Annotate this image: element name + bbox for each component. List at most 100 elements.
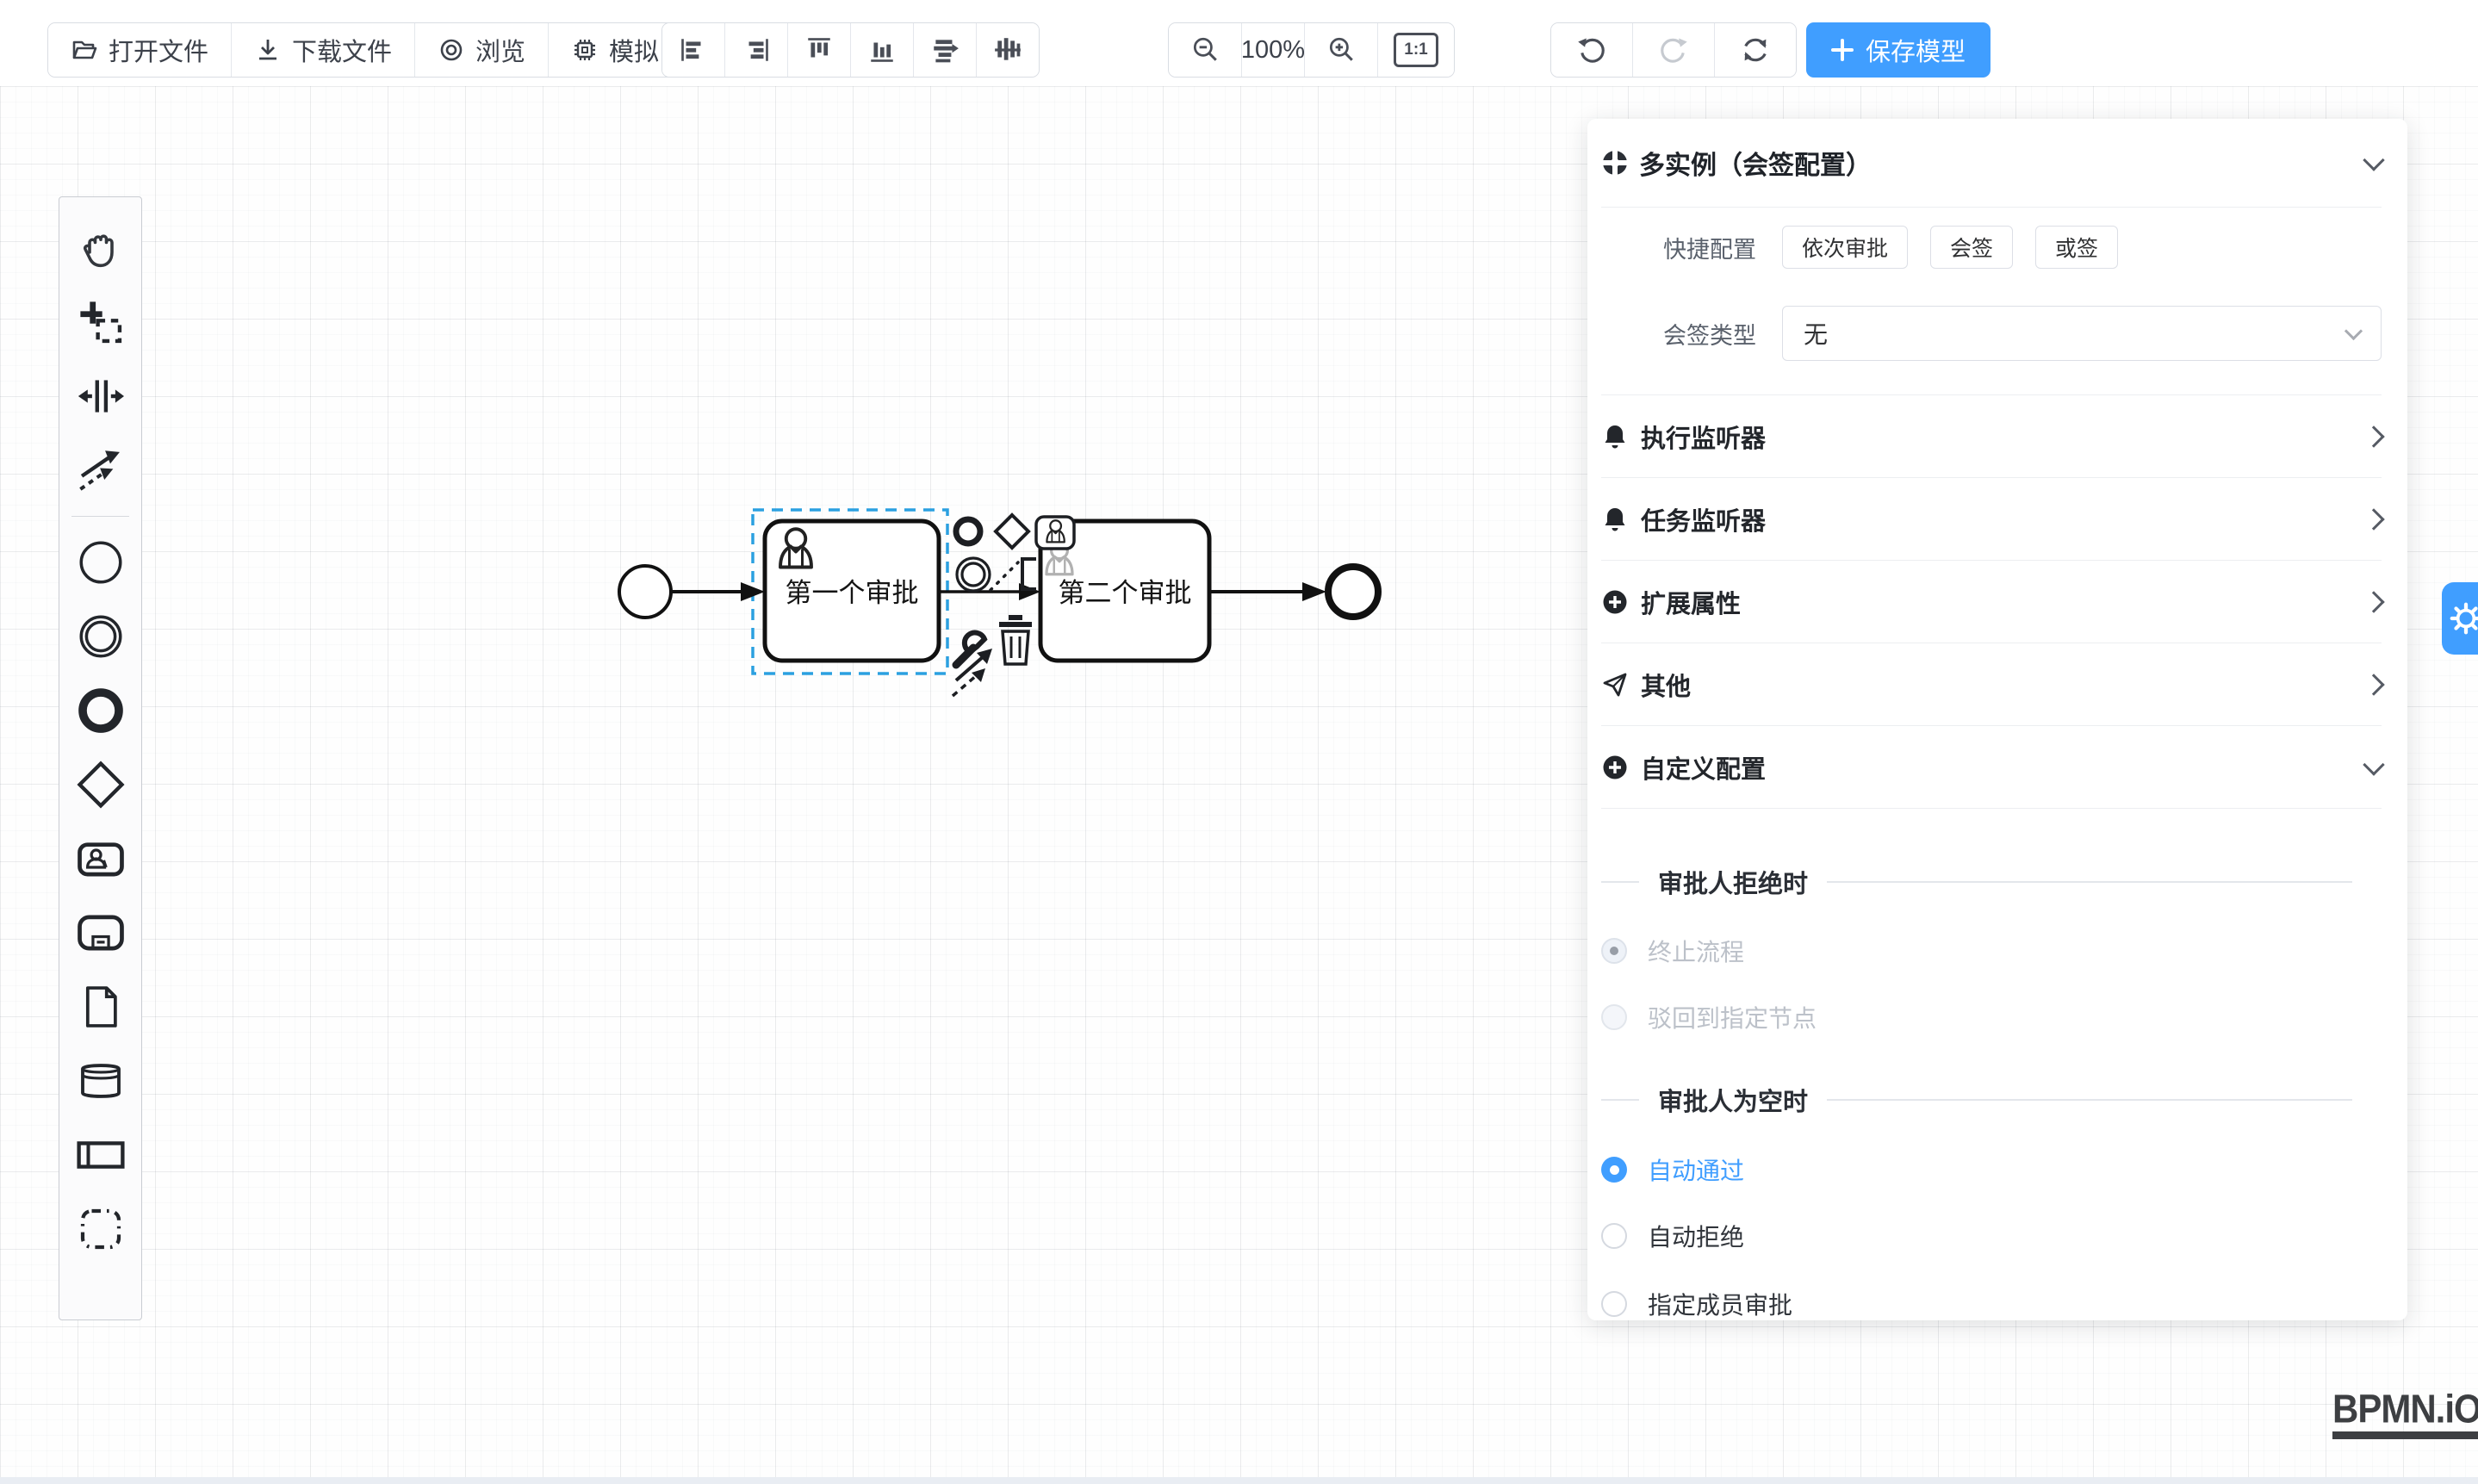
footer-strip [0,1477,2478,1484]
palette-user-task[interactable] [76,822,126,896]
quick-option-sequential-button[interactable]: 依次审批 [1782,226,1908,269]
preview-button[interactable]: 浏览 [415,23,549,77]
properties-panel: 多实例（会签配置） 快捷配置 依次审批 会签 或签 会签类型 无 执行监听器 [1587,119,2407,1320]
open-file-button[interactable]: 打开文件 [48,23,232,77]
radio-icon[interactable] [1601,1004,1627,1030]
radio-auto-reject[interactable]: 自动拒绝 [1601,1212,2382,1260]
zoom-in-button[interactable] [1305,23,1378,77]
align-center-vertical-button[interactable] [977,23,1039,77]
palette-participant-pool[interactable] [76,1118,126,1192]
chip-icon [571,36,599,64]
connect-tool-icon[interactable] [953,649,992,696]
palette-data-object[interactable] [78,970,124,1044]
section-label: 扩展属性 [1641,584,1741,620]
align-bottom-button[interactable] [851,23,914,77]
sequence-flow-1[interactable] [671,582,765,601]
palette-end-event[interactable] [77,674,125,748]
plus-circle-icon [1601,588,1629,616]
palette-group[interactable] [77,1192,125,1266]
reset-zoom-button[interactable]: 1:1 [1378,23,1454,77]
bpmn-io-logo[interactable]: BPMN.iO [2332,1388,2478,1439]
quick-option-countersign-button[interactable]: 会签 [1930,226,2013,269]
zoom-out-button[interactable] [1169,23,1242,77]
align-right-icon [742,35,771,65]
start-event[interactable] [619,566,671,618]
append-gateway-icon[interactable] [996,515,1028,548]
user-task-1[interactable]: 第一个审批 [765,521,939,661]
radio-assign-member[interactable]: 指定成员审批 [1601,1280,2382,1320]
palette-data-store[interactable] [77,1044,125,1118]
redo-button[interactable] [1633,23,1715,77]
history-button-group [1550,22,1797,78]
open-file-label: 打开文件 [109,32,208,68]
section-extended-properties[interactable]: 扩展属性 [1601,561,2382,643]
radio-return-to-node[interactable]: 驳回到指定节点 [1601,993,2382,1041]
divider-line [1601,1099,1639,1101]
section-custom-config[interactable]: 自定义配置 [1601,726,2382,809]
data-store-icon [77,1057,125,1105]
bell-icon [1601,506,1629,533]
append-user-task-icon[interactable] [1036,517,1074,549]
chevron-down-icon [2363,754,2384,775]
radio-label: 自动拒绝 [1648,1219,1744,1253]
section-other[interactable]: 其他 [1601,643,2382,726]
panel-header[interactable]: 多实例（会签配置） [1601,119,2382,208]
refresh-icon [1740,34,1771,65]
undo-button[interactable] [1551,23,1633,77]
align-left-button[interactable] [662,23,725,77]
radio-auto-pass[interactable]: 自动通过 [1601,1146,2382,1194]
palette-intermediate-event[interactable] [77,599,125,674]
chevron-down-icon[interactable] [2363,149,2384,171]
align-top-button[interactable] [788,23,851,77]
bpmn-io-logo-text: BPMN.iO [2332,1387,2478,1432]
quick-option-orsign-button[interactable]: 或签 [2035,226,2118,269]
sign-type-select[interactable]: 无 [1782,306,2382,361]
zoom-button-group: 100% 1:1 [1168,22,1455,78]
palette-gateway[interactable] [76,748,126,822]
sequence-flow-3[interactable] [1209,582,1326,601]
palette-sub-process[interactable] [76,896,126,970]
section-task-listener[interactable]: 任务监听器 [1601,478,2382,561]
palette-start-event[interactable] [77,525,125,599]
space-tool[interactable] [78,359,124,433]
radio-icon[interactable] [1601,1291,1627,1317]
refresh-button[interactable] [1715,23,1796,77]
chevron-right-icon [2363,591,2384,612]
annotation-link [991,562,1018,590]
send-icon [1601,671,1629,699]
settings-tab[interactable] [2442,582,2478,655]
participant-icon [76,1130,126,1180]
section-execution-listener[interactable]: 执行监听器 [1601,394,2382,478]
hand-tool[interactable] [78,211,123,285]
align-right-button[interactable] [725,23,788,77]
lasso-tool[interactable] [78,285,124,359]
append-end-event-icon[interactable] [956,519,980,543]
align-button-group [661,22,1040,78]
radio-label: 指定成员审批 [1648,1287,1792,1320]
palette [59,196,142,1320]
trash-icon[interactable] [999,615,1032,664]
radio-icon[interactable] [1601,1223,1627,1249]
global-connect-tool[interactable] [78,433,124,507]
end-event-icon [77,686,125,735]
redo-icon [1658,34,1689,65]
radio-icon[interactable] [1601,938,1627,964]
end-event[interactable] [1328,567,1378,617]
connect-icon [78,447,124,494]
reject-section-title: 审批人拒绝时 [1601,856,2382,908]
sign-type-label: 会签类型 [1601,317,1756,351]
sequence-flow-2[interactable] [939,583,1040,600]
chevron-right-icon [2363,674,2384,695]
user-task-icon [76,834,126,884]
download-file-button[interactable]: 下载文件 [232,23,415,77]
align-top-icon [804,35,834,65]
radio-terminate-process[interactable]: 终止流程 [1601,927,2382,975]
sub-process-icon [76,908,126,958]
save-model-button[interactable]: 保存模型 [1806,22,1990,78]
section-label: 自定义配置 [1641,749,1766,785]
align-bottom-icon [867,35,897,65]
radio-icon[interactable] [1601,1157,1627,1183]
align-center-horizontal-button[interactable] [914,23,977,77]
text-annotation-icon[interactable] [1022,559,1036,589]
preview-label: 浏览 [475,32,525,68]
